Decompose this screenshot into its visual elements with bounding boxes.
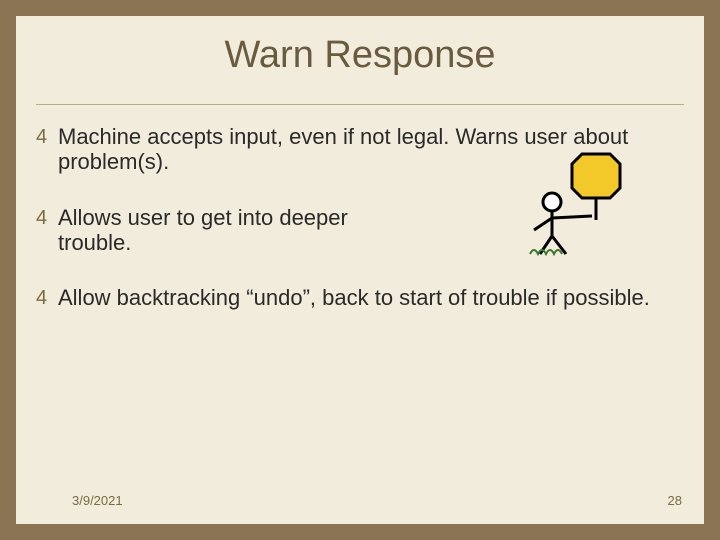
bullet-text: Allow backtracking “undo”, back to start… <box>58 285 684 310</box>
stop-sign-figure-icon <box>504 148 634 258</box>
bullet-marker: 4 <box>36 205 58 256</box>
bullet-marker: 4 <box>36 285 58 310</box>
slide-frame: Warn Response 4 Machine accepts input, e… <box>0 0 720 540</box>
title-divider <box>36 104 684 105</box>
slide-title: Warn Response <box>16 34 704 77</box>
list-item: 4 Allow backtracking “undo”, back to sta… <box>36 285 684 310</box>
bullet-marker: 4 <box>36 124 58 175</box>
slide-footer: 3/9/2021 28 <box>72 493 682 508</box>
footer-date: 3/9/2021 <box>72 493 123 508</box>
bullet-text: Allows user to get into deeper trouble. <box>58 205 358 256</box>
footer-page-number: 28 <box>668 493 682 508</box>
slide-body: Warn Response 4 Machine accepts input, e… <box>16 16 704 524</box>
